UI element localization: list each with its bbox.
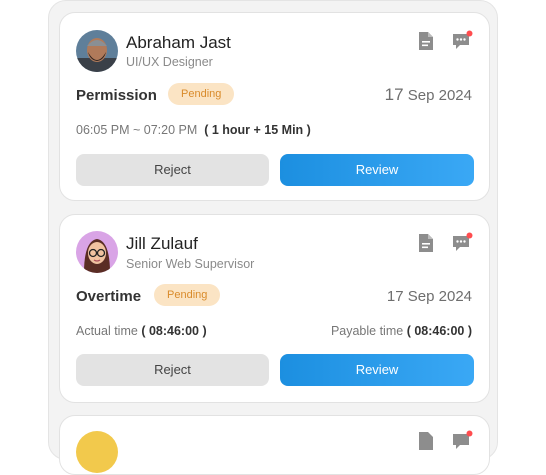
status-badge: Pending	[168, 83, 235, 105]
document-icon[interactable]	[415, 232, 437, 254]
payable-time-row: Payable time ( 08:46:00 )	[331, 324, 472, 338]
request-card	[59, 415, 490, 475]
date-day: 17	[384, 85, 404, 104]
request-card: Abraham Jast UI/UX Designer Permission P…	[59, 12, 490, 201]
date-month-year: Sep 2024	[407, 87, 472, 104]
chat-icon[interactable]	[451, 232, 473, 254]
chat-icon[interactable]	[451, 430, 473, 452]
payable-time-value: ( 08:46:00 )	[406, 324, 472, 338]
employee-role: Senior Web Supervisor	[126, 257, 255, 271]
actual-time-row: Actual time ( 08:46:00 )	[76, 324, 207, 338]
request-date: 17 Sep 2024	[386, 288, 472, 305]
request-type: Overtime	[76, 288, 142, 305]
reject-button[interactable]: Reject	[76, 354, 269, 386]
time-range-row: 06:05 PM ~ 07:20 PM ( 1 hour + 15 Min )	[76, 123, 311, 137]
actual-time-value: ( 08:46:00 )	[141, 324, 207, 338]
employee-name: Jill Zulauf	[126, 234, 198, 253]
reject-button[interactable]: Reject	[76, 154, 269, 186]
avatar	[76, 30, 118, 72]
request-date: 17 Sep 2024	[385, 85, 472, 105]
payable-time-label: Payable time	[330, 324, 404, 338]
review-button[interactable]: Review	[280, 154, 474, 186]
review-button[interactable]: Review	[280, 354, 474, 386]
employee-name: Abraham Jast	[126, 33, 231, 52]
request-type: Permission	[76, 87, 157, 104]
chat-icon[interactable]	[451, 30, 473, 52]
employee-role: UI/UX Designer	[126, 55, 213, 69]
time-range: 06:05 PM ~ 07:20 PM	[76, 123, 198, 137]
duration: ( 1 hour + 15 Min )	[204, 123, 311, 137]
status-badge: Pending	[154, 284, 221, 306]
avatar	[76, 231, 118, 273]
document-icon[interactable]	[415, 30, 437, 52]
actual-time-label: Actual time	[76, 324, 138, 338]
document-icon[interactable]	[415, 430, 437, 452]
request-card: Jill Zulauf Senior Web Supervisor Overti…	[59, 214, 490, 403]
avatar	[76, 431, 118, 473]
